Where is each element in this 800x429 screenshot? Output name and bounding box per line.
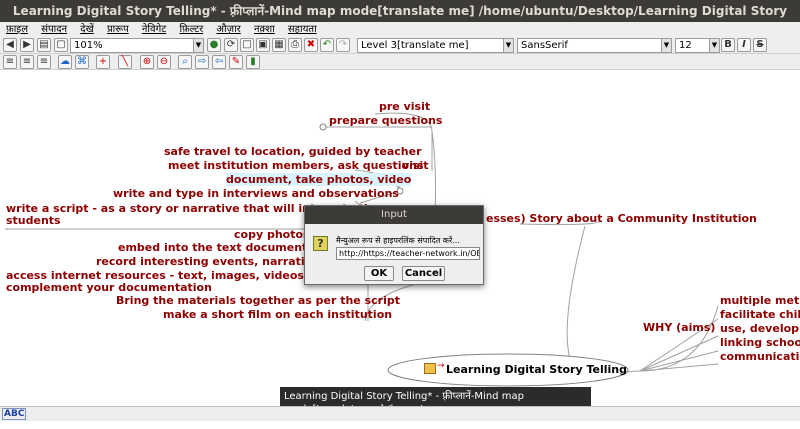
font-select[interactable]: SansSerif ▼: [517, 38, 672, 53]
node-why-child-3[interactable]: use, develop m: [720, 322, 800, 335]
undo-icon[interactable]: ↶: [320, 38, 334, 52]
pin-icon[interactable]: ✎: [229, 55, 243, 69]
hyperlink-input[interactable]: http://https://teacher-network.in/OER/hi…: [336, 247, 480, 260]
ok-button[interactable]: OK: [364, 266, 394, 281]
font-value: SansSerif: [521, 40, 568, 51]
node-safe-travel[interactable]: safe travel to location, guided by teach…: [164, 145, 422, 158]
lock-icon[interactable]: ▮: [246, 55, 260, 69]
add-connector-icon[interactable]: +: [96, 55, 110, 69]
cloud-icon[interactable]: ☁: [58, 55, 72, 69]
fit-icon[interactable]: ▢: [54, 38, 68, 52]
dialog-title: Input: [305, 206, 483, 224]
zoom-select[interactable]: 101% ▼: [70, 38, 204, 53]
root-node[interactable]: Learning Digital Story Telling: [446, 363, 627, 376]
menu-view[interactable]: देखें: [80, 24, 94, 35]
main-toolbar: ◀ ▶ ▤ ▢ 101% ▼ ● ⟳ □ ▣ ▦ ⎙ ✖ ↶ ↷ Level 3…: [0, 37, 800, 54]
back-icon[interactable]: ◀: [3, 38, 17, 52]
node-bring-materials[interactable]: Bring the materials together as per the …: [116, 294, 400, 307]
menu-navigate[interactable]: नेविगेट: [142, 24, 166, 35]
bold-button[interactable]: B: [721, 38, 735, 52]
style-value: Level 3[translate me]: [361, 40, 469, 51]
format-toolbar: ≡ ≡ ≡ ☁ ⌘ + ╲ ⊕ ⊖ ⌕ ⇨ ⇦ ✎ ▮: [0, 54, 800, 70]
redo-icon[interactable]: ↷: [336, 38, 350, 52]
edge-icon[interactable]: ╲: [118, 55, 132, 69]
node-why[interactable]: WHY (aims): [643, 321, 715, 334]
node-write-type[interactable]: write and type in interviews and observa…: [113, 187, 399, 200]
window-title: Learning Digital Story Telling* - फ़्रीप…: [0, 0, 800, 40]
align-center-icon[interactable]: ≡: [20, 55, 34, 69]
italic-button[interactable]: I: [737, 38, 751, 52]
open-icon[interactable]: ⟳: [224, 38, 238, 52]
dialog-prompt: मैन्युअल रूप से हाइपरलिंक संपादित करें..…: [336, 236, 460, 245]
chevron-down-icon: ▼: [709, 39, 719, 52]
font-size-select[interactable]: 12 ▼: [675, 38, 720, 53]
arrow-right-icon: →: [437, 361, 445, 371]
chevron-down-icon: ▼: [503, 39, 513, 52]
node-why-child-4[interactable]: linking school t: [720, 336, 800, 349]
node-why-child-1[interactable]: multiple metho: [720, 294, 800, 307]
zoom-value: 101%: [74, 40, 103, 51]
align-right-icon[interactable]: ≡: [37, 55, 51, 69]
spellcheck-icon[interactable]: ABC: [2, 408, 27, 420]
arrow-left-icon[interactable]: ⇦: [212, 55, 226, 69]
menu-maps[interactable]: नक़्शा: [254, 24, 275, 35]
new-map-icon[interactable]: ●: [207, 38, 221, 52]
node-community-institution[interactable]: esses) Story about a Community Instituti…: [486, 212, 757, 225]
menu-format[interactable]: प्रारूप: [107, 24, 129, 35]
node-visit[interactable]: visit: [402, 159, 429, 172]
close-icon[interactable]: ✖: [304, 38, 318, 52]
menu-filter[interactable]: फ़िल्टर: [179, 24, 203, 35]
question-icon: ?: [313, 236, 328, 251]
node-meet-members[interactable]: meet institution members, ask questions: [168, 159, 423, 172]
pencil-icon: [424, 363, 436, 374]
input-dialog: Input ? मैन्युअल रूप से हाइपरलिंक संपादि…: [304, 205, 484, 285]
zoom-in-icon[interactable]: ⊕: [140, 55, 154, 69]
chevron-down-icon: ▼: [193, 39, 203, 52]
chevron-down-icon: ▼: [661, 39, 671, 52]
cancel-button[interactable]: Cancel: [402, 266, 445, 281]
style-select[interactable]: Level 3[translate me] ▼: [357, 38, 514, 53]
font-size-value: 12: [679, 40, 692, 51]
node-access-internet-2[interactable]: complement your documentation: [6, 281, 212, 294]
node-why-child-2[interactable]: facilitate childr: [720, 308, 800, 321]
menu-edit[interactable]: संपादन: [41, 24, 67, 35]
forward-icon[interactable]: ▶: [20, 38, 34, 52]
node-pre-visit[interactable]: pre visit: [379, 100, 430, 113]
link-icon[interactable]: ⌘: [75, 55, 89, 69]
node-document[interactable]: document, take photos, video: [226, 173, 412, 186]
menu-help[interactable]: सहायता: [288, 24, 317, 35]
align-left-icon[interactable]: ≡: [3, 55, 17, 69]
menu-file[interactable]: फ़ाइल: [6, 24, 28, 35]
menu-tools[interactable]: औज़ार: [216, 24, 240, 35]
page-icon[interactable]: ▤: [37, 38, 51, 52]
arrow-right-icon[interactable]: ⇨: [195, 55, 209, 69]
node-prepare-questions[interactable]: prepare questions: [329, 114, 442, 127]
zoom-out-icon[interactable]: ⊖: [157, 55, 171, 69]
status-bar: ABC: [0, 406, 800, 421]
node-why-child-5[interactable]: communicating: [720, 350, 800, 363]
strike-button[interactable]: S: [753, 38, 767, 52]
search-icon[interactable]: ⌕: [178, 55, 192, 69]
node-write-script-2[interactable]: students: [6, 214, 61, 227]
menu-bar: फ़ाइल संपादन देखें प्रारूप नेविगेट फ़िल्…: [0, 22, 800, 37]
save-as-icon[interactable]: ▦: [272, 38, 286, 52]
node-make-film[interactable]: make a short film on each institution: [163, 308, 392, 321]
save-icon[interactable]: ▣: [256, 38, 270, 52]
new-file-icon[interactable]: □: [240, 38, 254, 52]
print-icon[interactable]: ⎙: [288, 38, 302, 52]
